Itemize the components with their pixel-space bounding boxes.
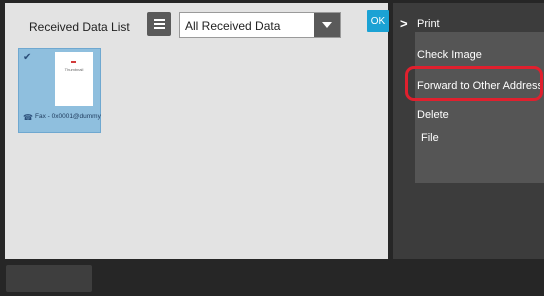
dropdown-arrow-icon[interactable] — [314, 13, 340, 37]
document-preview: Thumbnail — [55, 52, 93, 106]
phone-icon: ☎ — [23, 113, 33, 122]
selection-highlight — [405, 66, 543, 101]
bottom-action-button[interactable] — [6, 265, 92, 292]
ok-button[interactable]: OK — [367, 10, 389, 32]
list-view-button[interactable] — [147, 12, 171, 36]
menu-item-check-image[interactable]: Check Image — [417, 49, 482, 61]
screen: Received Data List All Received Data OK … — [0, 0, 544, 296]
received-data-panel: Received Data List All Received Data OK … — [5, 3, 389, 259]
check-icon: ✔ — [23, 52, 32, 63]
preview-text: Thumbnail — [64, 67, 84, 72]
thumbnail-caption: Fax - 0x0001@dummy — [35, 113, 101, 120]
list-icon-line — [153, 19, 165, 21]
action-menu: > Print Check Image Forward to Other Add… — [393, 3, 544, 259]
list-icon-line — [153, 27, 165, 29]
received-data-thumbnail[interactable]: ✔ Thumbnail ☎ Fax - 0x0001@dummy — [18, 48, 101, 133]
filter-dropdown[interactable]: All Received Data — [179, 12, 341, 38]
list-icon-line — [153, 23, 165, 25]
menu-item-print[interactable]: Print — [417, 18, 440, 30]
menu-item-delete[interactable]: Delete — [417, 109, 449, 121]
preview-mark — [71, 61, 76, 63]
page-title: Received Data List — [29, 20, 130, 34]
chevron-right-icon[interactable]: > — [400, 16, 408, 31]
filter-value: All Received Data — [185, 19, 281, 33]
menu-item-file[interactable]: File — [421, 132, 439, 144]
